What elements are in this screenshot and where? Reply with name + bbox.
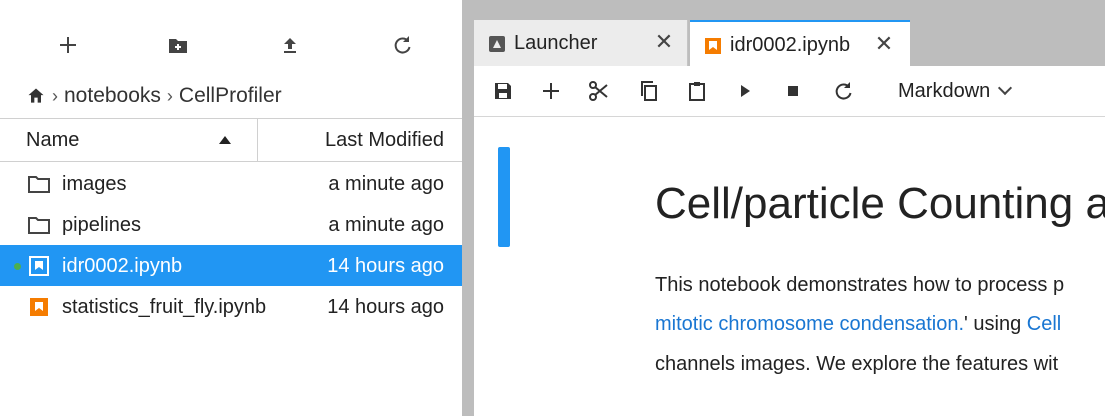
active-cell-indicator[interactable] xyxy=(498,147,510,247)
file-row-idr0002[interactable]: idr0002.ipynb 14 hours ago xyxy=(0,245,462,286)
copy-icon xyxy=(641,81,657,101)
file-row-images[interactable]: images a minute ago xyxy=(0,163,462,204)
file-modified: a minute ago xyxy=(328,173,444,195)
refresh-button[interactable] xyxy=(382,28,422,62)
close-icon[interactable]: ✕ xyxy=(652,29,676,54)
file-name: idr0002.ipynb xyxy=(62,255,183,277)
breadcrumb-notebooks[interactable]: notebooks xyxy=(64,84,161,108)
notebook-toolbar: Markdown xyxy=(474,66,1105,117)
plus-icon xyxy=(60,37,76,53)
paragraph-line-1: This notebook demonstrates how to proces… xyxy=(655,274,1065,296)
restart-icon xyxy=(835,82,852,100)
notebook-heading: Cell/particle Counting a xyxy=(655,179,1105,228)
home-icon[interactable] xyxy=(26,86,46,106)
breadcrumb-separator: › xyxy=(166,85,173,106)
paste-button[interactable] xyxy=(682,76,712,106)
stop-button[interactable] xyxy=(778,76,808,106)
paragraph-line-2: mitotic chromosome condensation.' using … xyxy=(655,313,1061,336)
file-row-pipelines[interactable]: pipelines a minute ago xyxy=(0,204,462,245)
link-mitotic-chromosome[interactable]: mitotic chromosome condensation. xyxy=(655,313,964,335)
upload-icon xyxy=(284,38,296,53)
panel-resize-handle[interactable] xyxy=(462,0,474,416)
restart-button[interactable] xyxy=(828,76,858,106)
running-indicator xyxy=(14,263,21,270)
file-modified: a minute ago xyxy=(328,214,444,236)
refresh-icon xyxy=(394,36,411,54)
notebook-content: Cell/particle Counting a This notebook d… xyxy=(474,117,1105,416)
file-name: statistics_fruit_fly.ipynb xyxy=(62,296,267,318)
paste-icon xyxy=(689,82,705,101)
notebook-icon xyxy=(705,38,721,54)
folder-icon xyxy=(28,217,50,234)
breadcrumb-separator: › xyxy=(52,85,58,106)
name-column-label: Name xyxy=(26,129,80,151)
breadcrumb-cellprofiler[interactable]: CellProfiler xyxy=(179,84,282,108)
save-icon xyxy=(495,83,511,99)
sort-ascending-icon xyxy=(219,136,231,144)
file-name: images xyxy=(62,173,127,195)
close-icon[interactable]: ✕ xyxy=(872,31,896,56)
folder-icon xyxy=(28,176,50,193)
upload-button[interactable] xyxy=(270,28,310,62)
file-row-statistics-fruit-fly[interactable]: statistics_fruit_fly.ipynb 14 hours ago xyxy=(0,286,462,327)
cell-type-select[interactable]: Markdown xyxy=(898,78,1013,104)
file-modified: 14 hours ago xyxy=(327,255,444,277)
file-modified: 14 hours ago xyxy=(327,296,444,318)
paragraph-text: ' using xyxy=(964,313,1027,335)
launcher-icon xyxy=(489,36,505,52)
save-button[interactable] xyxy=(488,76,518,106)
insert-cell-button[interactable] xyxy=(536,76,566,106)
cut-button[interactable] xyxy=(584,76,614,106)
notebook-icon xyxy=(29,256,49,276)
new-folder-button[interactable] xyxy=(158,28,198,62)
run-icon xyxy=(741,85,750,97)
cell-type-value: Markdown xyxy=(898,79,991,102)
file-list-header: Name Last Modified xyxy=(0,118,462,162)
copy-button[interactable] xyxy=(634,76,664,106)
last-modified-column-header[interactable]: Last Modified xyxy=(258,119,462,161)
last-modified-column-label: Last Modified xyxy=(325,129,444,151)
link-cellprofiler[interactable]: Cell xyxy=(1027,313,1061,335)
stop-icon xyxy=(788,86,798,96)
tab-idr0002[interactable]: idr0002.ipynb ✕ xyxy=(690,20,910,66)
add-icon xyxy=(543,83,559,99)
tab-label: Launcher xyxy=(514,32,598,54)
paragraph-line-3: channels images. We explore the features… xyxy=(655,353,1059,375)
new-launcher-button[interactable] xyxy=(48,28,88,62)
cut-icon xyxy=(589,81,608,101)
chevron-down-icon xyxy=(998,80,1013,96)
new-folder-icon xyxy=(169,39,187,53)
name-column-header[interactable]: Name xyxy=(0,119,258,161)
file-browser-panel: › notebooks › CellProfiler Name Last Mod… xyxy=(0,0,462,416)
breadcrumb: › notebooks › CellProfiler xyxy=(26,82,282,110)
notebook-icon xyxy=(30,298,48,316)
tab-launcher[interactable]: Launcher ✕ xyxy=(474,20,688,66)
file-name: pipelines xyxy=(62,214,141,236)
run-button[interactable] xyxy=(730,76,760,106)
tab-label: idr0002.ipynb xyxy=(730,34,851,56)
